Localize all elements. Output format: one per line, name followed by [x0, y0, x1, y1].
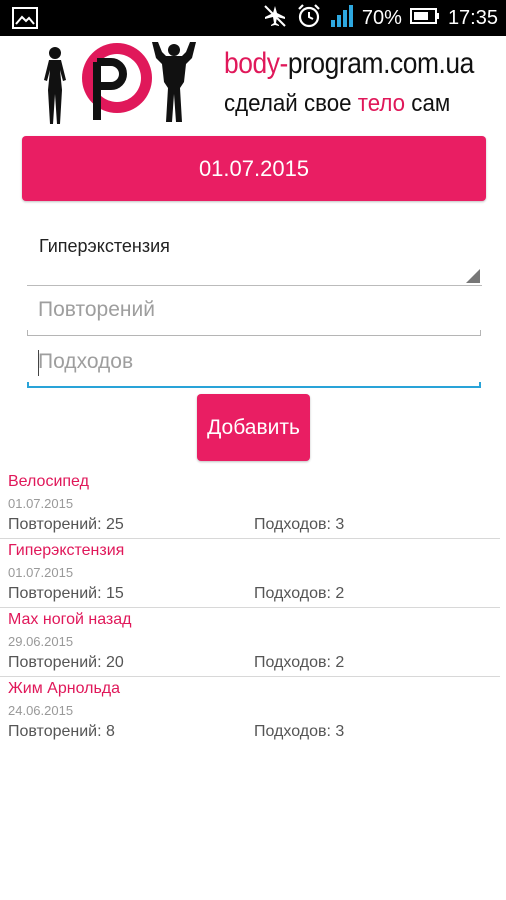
sets-input-placeholder: Подходов — [38, 350, 134, 373]
add-button-label: Добавить — [207, 415, 300, 439]
add-button[interactable]: Добавить — [197, 394, 310, 461]
sets-input-underline — [27, 382, 481, 388]
clock: 17:35 — [447, 6, 498, 29]
exercise-spinner[interactable]: Гиперэкстензия — [27, 224, 482, 286]
male-silhouette-icon — [152, 42, 196, 122]
alarm-icon — [296, 3, 322, 34]
exercise-spinner-value: Гиперэкстензия — [39, 236, 170, 256]
exercise-name: Велосипед — [8, 473, 89, 490]
reps-count: Повторений: 8 — [8, 723, 115, 740]
entry-date: 01.07.2015 — [8, 565, 74, 580]
date-picker-button[interactable]: 01.07.2015 — [22, 136, 486, 201]
battery-icon — [409, 7, 440, 30]
reps-count: Повторений: 20 — [8, 654, 124, 671]
battery-percent: 70% — [361, 6, 402, 29]
list-item[interactable]: Мах ногой назад 29.06.2015 Повторений: 2… — [0, 608, 506, 677]
slogan: сделай свое тело сам — [224, 90, 451, 117]
sets-count: Подходов: 2 — [254, 654, 345, 671]
status-bar: 70% 17:35 — [0, 0, 506, 36]
dropdown-arrow-icon — [466, 269, 480, 283]
sets-input[interactable]: Подходов — [27, 344, 481, 388]
spinner-underline — [27, 285, 482, 286]
airplane-mode-icon — [262, 3, 288, 34]
entry-date: 29.06.2015 — [8, 634, 74, 649]
sets-count: Подходов: 2 — [254, 585, 345, 602]
exercise-name: Гиперэкстензия — [8, 542, 125, 559]
text-cursor — [38, 350, 39, 376]
workout-list: Велосипед 01.07.2015 Повторений: 25 Подх… — [0, 470, 506, 746]
female-silhouette-icon — [44, 47, 66, 124]
reps-count: Повторений: 15 — [8, 585, 124, 602]
exercise-name: Мах ногой назад — [8, 611, 132, 628]
site-name: body-program.com.ua — [224, 47, 474, 80]
entry-date: 01.07.2015 — [8, 496, 74, 511]
entry-date: 24.06.2015 — [8, 703, 74, 718]
date-picker-label: 01.07.2015 — [198, 155, 310, 181]
signal-icon — [330, 4, 354, 33]
logo-p-icon — [82, 43, 152, 120]
sets-count: Подходов: 3 — [254, 516, 345, 533]
exercise-name: Жим Арнольда — [8, 680, 121, 697]
list-item[interactable]: Гиперэкстензия 01.07.2015 Повторений: 15… — [0, 539, 506, 608]
sets-count: Подходов: 3 — [254, 723, 345, 740]
reps-input-underline — [27, 330, 481, 336]
list-item[interactable]: Велосипед 01.07.2015 Повторений: 25 Подх… — [0, 470, 506, 539]
reps-input[interactable]: Повторений — [27, 292, 481, 336]
gallery-icon — [12, 7, 38, 34]
reps-input-placeholder: Повторений — [38, 298, 155, 321]
list-item[interactable]: Жим Арнольда 24.06.2015 Повторений: 8 По… — [0, 677, 506, 746]
reps-count: Повторений: 25 — [8, 516, 124, 533]
